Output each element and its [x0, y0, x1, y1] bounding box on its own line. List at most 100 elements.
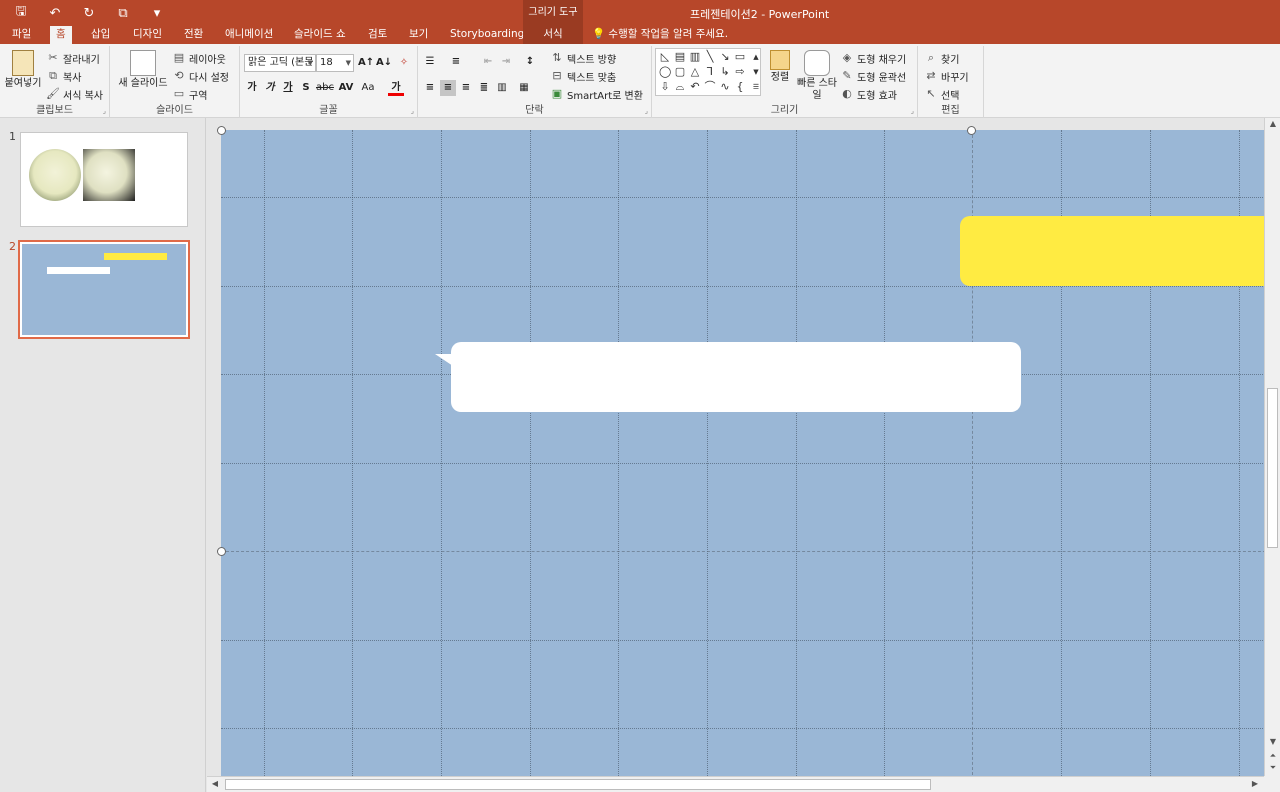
- shape-outline-button[interactable]: ✎ 도형 윤곽선: [840, 68, 906, 84]
- triangle-icon[interactable]: △: [689, 66, 701, 77]
- line-spacing-icon[interactable]: ↕: [522, 54, 538, 70]
- reset-button[interactable]: ⟲ 다시 설정: [172, 68, 229, 84]
- rectangle-icon[interactable]: ▭: [734, 51, 746, 62]
- align-left-icon[interactable]: ≡: [422, 80, 438, 96]
- distributed-icon[interactable]: ▥: [494, 80, 510, 96]
- font-size-select[interactable]: 18 ▼: [316, 54, 354, 72]
- flowchart-icon[interactable]: ⌓: [674, 81, 686, 92]
- scroll-down-icon[interactable]: ▼: [1266, 736, 1280, 748]
- selection-handle[interactable]: [967, 126, 976, 135]
- horizontal-scroll-thumb[interactable]: [225, 779, 931, 790]
- next-slide-icon[interactable]: ⏷: [1266, 762, 1280, 774]
- elbow-connector-icon[interactable]: ⅂: [704, 66, 716, 77]
- tab-animations[interactable]: 애니메이션: [219, 26, 279, 44]
- select-button[interactable]: ↖ 선택: [924, 86, 959, 102]
- tab-review[interactable]: 검토: [362, 26, 393, 44]
- shapes-gallery[interactable]: ◺ ▤ ▥ ╲ ↘ ▭ ◯ ▢ △ ⅂ ↳ ⇨ ⇩ ⌓ ↶ ⌒ ∿ { ▲ ▼ …: [655, 48, 761, 96]
- align-text-button[interactable]: ⊟ 텍스트 맞춤: [550, 68, 616, 84]
- numbering-icon[interactable]: ≡: [448, 54, 464, 70]
- oval-icon[interactable]: ◯: [659, 66, 671, 77]
- paste-button[interactable]: 붙여넣기: [4, 50, 42, 90]
- arrow-line-icon[interactable]: ↘: [719, 51, 731, 62]
- underline-button[interactable]: 가: [280, 80, 296, 96]
- undo-icon[interactable]: ↶: [40, 3, 70, 23]
- replace-button[interactable]: ⇄ 바꾸기: [924, 68, 968, 84]
- save-icon[interactable]: 🖫: [6, 3, 36, 23]
- align-right-icon[interactable]: ≡: [458, 80, 474, 96]
- decrease-indent-icon[interactable]: ⇤: [480, 54, 496, 70]
- smartart-button[interactable]: ▣ SmartArt로 변환: [550, 86, 643, 102]
- shrink-font-icon[interactable]: A↓: [376, 55, 392, 71]
- right-triangle-icon[interactable]: ◺: [659, 51, 671, 62]
- quick-styles-button[interactable]: 빠른 스타일: [797, 50, 837, 102]
- tab-format[interactable]: 서식: [523, 26, 583, 44]
- arrange-button[interactable]: 정렬: [765, 50, 795, 84]
- scroll-up-icon[interactable]: ▲: [1266, 118, 1280, 130]
- customize-qat-button[interactable]: ▾: [142, 3, 172, 23]
- previous-slide-icon[interactable]: ⏶: [1266, 750, 1280, 762]
- gallery-up-icon[interactable]: ▲: [750, 52, 762, 62]
- tab-file[interactable]: 파일: [6, 26, 37, 44]
- tab-view[interactable]: 보기: [403, 26, 434, 44]
- clear-format-icon[interactable]: ✧: [396, 55, 412, 71]
- dialog-launcher-icon[interactable]: ⌟: [411, 107, 414, 115]
- cut-button[interactable]: ✂ 잘라내기: [46, 50, 99, 66]
- horizontal-scrollbar[interactable]: ◀ ▶: [207, 776, 1264, 792]
- format-painter-button[interactable]: 🖌 서식 복사: [46, 86, 103, 102]
- yellow-rounded-rectangle[interactable]: [960, 216, 1264, 286]
- shape-effects-button[interactable]: ◐ 도형 효과: [840, 86, 897, 102]
- char-spacing-button[interactable]: AV: [336, 80, 356, 96]
- rounded-rect-icon[interactable]: ▢: [674, 66, 686, 77]
- tell-me-box[interactable]: 💡 수행할 작업을 알려 주세요.: [592, 26, 728, 44]
- gallery-down-icon[interactable]: ▼: [750, 67, 762, 77]
- bullets-icon[interactable]: ☰: [422, 54, 438, 70]
- copy-button[interactable]: ⧉ 복사: [46, 68, 81, 84]
- down-arrow-icon[interactable]: ⇩: [659, 81, 671, 92]
- slide-thumbnail-1[interactable]: [20, 132, 188, 227]
- curve-icon[interactable]: ↶: [689, 81, 701, 92]
- layout-button[interactable]: ▤ 레이아웃: [172, 50, 226, 66]
- textbox-icon[interactable]: ▤: [674, 51, 686, 62]
- font-color-button[interactable]: 가: [388, 80, 404, 96]
- font-name-select[interactable]: 맑은 고딕 (본문 ▼: [244, 54, 316, 72]
- dialog-launcher-icon[interactable]: ⌟: [911, 107, 914, 115]
- gallery-more-icon[interactable]: ☰: [750, 82, 762, 92]
- section-button[interactable]: ▭ 구역: [172, 86, 208, 102]
- tab-design[interactable]: 디자인: [127, 26, 168, 44]
- tab-insert[interactable]: 삽입: [85, 26, 116, 44]
- vertical-scrollbar[interactable]: ▲ ▼ ⏶ ⏷: [1264, 118, 1280, 776]
- dialog-launcher-icon[interactable]: ⌟: [103, 107, 106, 115]
- line-icon[interactable]: ╲: [704, 51, 716, 62]
- dialog-launcher-icon[interactable]: ⌟: [645, 107, 648, 115]
- selection-handle[interactable]: [217, 126, 226, 135]
- shape-fill-button[interactable]: ◈ 도형 채우기: [840, 50, 906, 66]
- bold-button[interactable]: 가: [244, 80, 260, 96]
- redo-icon[interactable]: ↻: [74, 3, 104, 23]
- change-case-button[interactable]: Aa: [358, 80, 378, 96]
- text-direction-button[interactable]: ⇅ 텍스트 방향: [550, 50, 616, 66]
- scroll-left-icon[interactable]: ◀: [208, 778, 222, 790]
- right-arrow-icon[interactable]: ⇨: [734, 66, 746, 77]
- columns-icon[interactable]: ▦: [516, 80, 532, 96]
- tab-storyboarding[interactable]: Storyboarding: [444, 26, 530, 44]
- increase-indent-icon[interactable]: ⇥: [498, 54, 514, 70]
- present-icon[interactable]: ⧉: [108, 3, 138, 23]
- tab-slideshow[interactable]: 슬라이드 쇼: [288, 26, 352, 44]
- center-guide-horizontal[interactable]: [221, 551, 1264, 552]
- scroll-right-icon[interactable]: ▶: [1248, 778, 1262, 790]
- tab-home[interactable]: 홈: [50, 26, 72, 44]
- italic-button[interactable]: 가: [262, 80, 278, 96]
- slide-thumbnail-2[interactable]: [18, 240, 190, 339]
- vertical-textbox-icon[interactable]: ▥: [689, 51, 701, 62]
- brace-icon[interactable]: {: [734, 81, 746, 92]
- speech-bubble-shape[interactable]: [451, 342, 1021, 412]
- arc-icon[interactable]: ⌒: [704, 81, 716, 92]
- selection-handle[interactable]: [217, 547, 226, 556]
- find-button[interactable]: ⌕ 찾기: [924, 50, 960, 66]
- tab-transitions[interactable]: 전환: [178, 26, 209, 44]
- justify-icon[interactable]: ≣: [476, 80, 492, 96]
- grow-font-icon[interactable]: A↑: [358, 55, 374, 71]
- align-center-icon[interactable]: ≡: [440, 80, 456, 96]
- shadow-button[interactable]: S: [298, 80, 314, 96]
- slide-canvas[interactable]: [217, 126, 1264, 776]
